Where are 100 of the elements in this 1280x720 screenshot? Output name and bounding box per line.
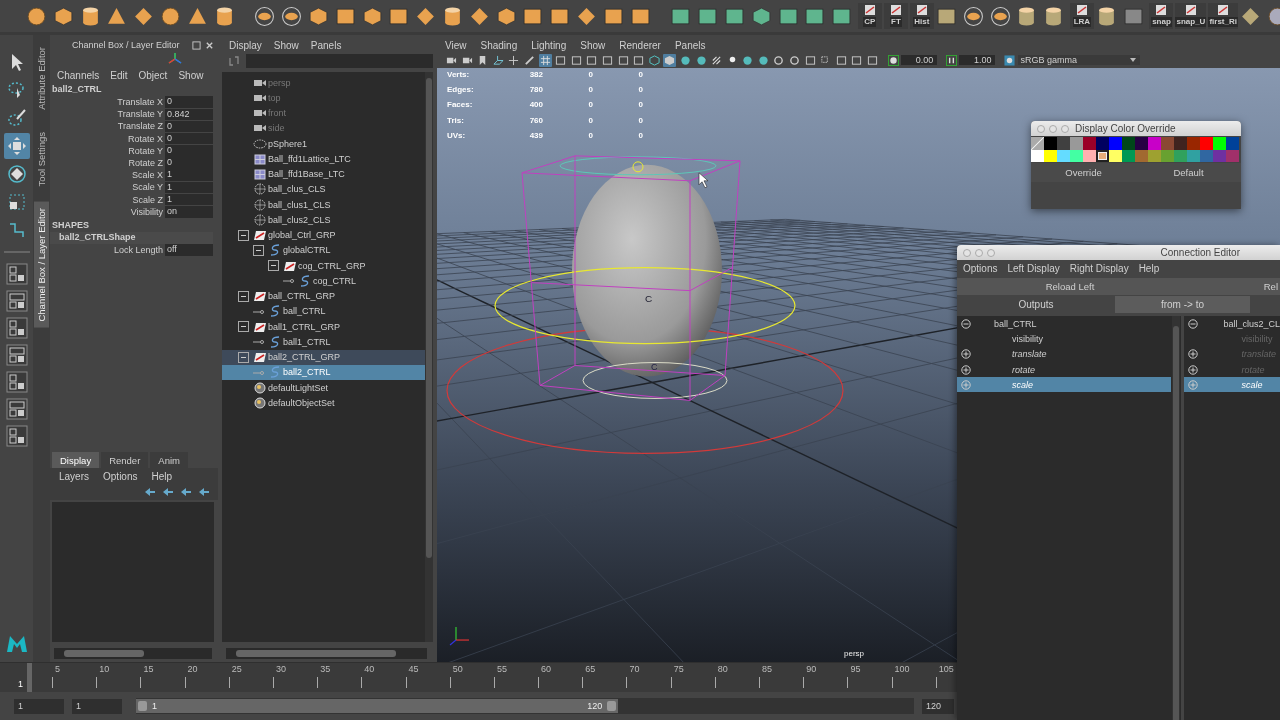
color-swatch[interactable] xyxy=(1187,137,1200,150)
color-space-dropdown[interactable]: sRGB gamma xyxy=(1017,55,1140,65)
cube-icon[interactable] xyxy=(750,5,772,27)
attribute-item[interactable]: translate xyxy=(1012,349,1047,360)
attribute-field[interactable]: 0 xyxy=(165,157,213,169)
menu-item[interactable]: Options xyxy=(963,263,998,274)
collapse-toggle[interactable] xyxy=(238,351,249,363)
outliner-item[interactable]: ball_clus_CLS xyxy=(268,184,326,195)
toolbar-button[interactable] xyxy=(538,53,552,67)
color-swatch[interactable] xyxy=(1070,137,1083,150)
cube-icon[interactable] xyxy=(495,5,517,27)
close-icon[interactable] xyxy=(205,40,214,50)
tab[interactable]: Anim xyxy=(150,452,188,468)
menu-item[interactable]: Help xyxy=(151,470,173,482)
collapse-toggle[interactable] xyxy=(238,321,249,333)
start-frame-field[interactable]: 1 xyxy=(14,698,64,714)
layout-icon[interactable] xyxy=(5,317,28,339)
lattice-box[interactable] xyxy=(521,155,741,401)
shelf-button[interactable]: snap xyxy=(1149,3,1174,29)
outliner-item[interactable]: ball2_CTRL_GRP xyxy=(268,352,341,363)
collapse-toggle[interactable] xyxy=(268,260,279,272)
toolbar-button[interactable] xyxy=(663,53,677,67)
disc-icon[interactable] xyxy=(254,5,276,27)
toolbar-button[interactable] xyxy=(788,53,802,67)
color-swatch[interactable] xyxy=(1135,137,1148,150)
expand-icon[interactable] xyxy=(961,364,971,375)
attribute-field[interactable]: 1 xyxy=(165,169,213,181)
layout-icon[interactable] xyxy=(5,263,28,285)
cone-icon[interactable] xyxy=(186,5,208,27)
attribute-field[interactable]: 0 xyxy=(165,132,213,145)
gamma-field[interactable]: 1.00 xyxy=(959,55,996,65)
collapse-toggle[interactable] xyxy=(253,244,264,256)
diamond-icon[interactable] xyxy=(415,5,437,27)
menu-item[interactable]: Right Display xyxy=(1069,263,1129,274)
cube-icon[interactable] xyxy=(52,5,74,27)
expand-icon[interactable] xyxy=(961,349,971,360)
layout-icon[interactable] xyxy=(5,344,28,366)
shelf-button[interactable]: snap_U xyxy=(1175,3,1207,29)
diamond-icon[interactable] xyxy=(133,5,155,27)
color-swatch[interactable] xyxy=(1226,137,1239,150)
menu-item[interactable]: Help xyxy=(1138,263,1160,274)
outliner-item[interactable]: Ball_ffd1Base_LTC xyxy=(268,169,345,180)
reload-button[interactable]: Rel xyxy=(1183,278,1280,295)
outliner-item[interactable]: defaultLightSet xyxy=(268,382,329,393)
diamond-icon[interactable] xyxy=(468,5,490,27)
outliner-item[interactable]: Ball_ffd1Lattice_LTC xyxy=(268,153,351,164)
no-color-swatch[interactable] xyxy=(1031,137,1044,150)
outliner-item[interactable]: ball_CTRL xyxy=(283,306,326,317)
pivot-handle[interactable] xyxy=(632,161,644,173)
menu-item[interactable]: Panels xyxy=(674,39,706,51)
node-name[interactable]: ball_CTRL xyxy=(994,318,1037,329)
toolbar-button[interactable] xyxy=(772,53,786,67)
toolbar-button[interactable] xyxy=(850,53,864,67)
color-space-icon[interactable] xyxy=(1004,54,1015,66)
toolbar-button[interactable] xyxy=(585,53,599,67)
toolbar-button[interactable] xyxy=(741,53,755,67)
outliner-item[interactable]: ball_CTRL_GRP xyxy=(268,291,336,302)
outliner-item[interactable]: defaultObjectSet xyxy=(268,397,335,408)
menu-item[interactable]: Edit xyxy=(110,69,128,81)
menu-item[interactable]: Renderer xyxy=(619,39,661,51)
scrollbar[interactable] xyxy=(425,72,433,642)
layout-icon[interactable] xyxy=(5,371,28,393)
outliner-item[interactable]: cog_CTRL xyxy=(313,275,357,286)
outliner-item[interactable]: global_Ctrl_GRP xyxy=(268,230,336,241)
diamond-icon[interactable] xyxy=(575,5,597,27)
collapse-icon[interactable] xyxy=(1188,318,1199,329)
toolbar-button[interactable] xyxy=(491,53,505,67)
shelf-button[interactable]: CP xyxy=(857,3,882,29)
color-swatch[interactable] xyxy=(1122,137,1135,150)
sphere-icon[interactable] xyxy=(160,5,181,27)
toolbar-button[interactable] xyxy=(647,53,661,67)
menu-item[interactable]: Panels xyxy=(310,39,342,51)
toolbar-button[interactable] xyxy=(632,53,646,67)
attribute-field[interactable]: 0 xyxy=(165,96,213,108)
outliner-item[interactable]: ball_clus1_CLS xyxy=(268,199,331,210)
color-swatch[interactable] xyxy=(1083,137,1096,150)
direction-button[interactable]: from -> to xyxy=(1115,296,1250,313)
menu-item[interactable]: Object xyxy=(138,69,168,81)
cube-icon[interactable] xyxy=(307,5,329,27)
current-frame-marker[interactable]: 1 xyxy=(18,663,32,692)
color-swatch[interactable] xyxy=(1148,137,1161,150)
node-name[interactable]: ball_clus2_CL xyxy=(1223,318,1280,329)
menu-item[interactable]: View xyxy=(445,39,467,51)
outliner-item[interactable]: cog_CTRL_GRP xyxy=(298,260,366,271)
side-tab[interactable]: Attribute Editor xyxy=(34,41,49,116)
arrow-icon[interactable] xyxy=(144,487,156,497)
arrow-icon[interactable] xyxy=(198,487,210,497)
toolbar-button[interactable] xyxy=(569,53,583,67)
toolbar-button[interactable] xyxy=(803,53,817,67)
toolbar-button[interactable] xyxy=(694,53,708,67)
range-handle[interactable] xyxy=(138,701,147,711)
exposure-field[interactable]: 0.00 xyxy=(901,55,938,65)
layout-icon[interactable] xyxy=(5,425,28,447)
attribute-field[interactable]: 0 xyxy=(165,120,213,133)
attribute-item[interactable]: scale xyxy=(1012,379,1033,390)
toolbar-button[interactable] xyxy=(507,53,521,67)
shelf-button[interactable]: first_Ri xyxy=(1208,3,1238,29)
color-swatch[interactable] xyxy=(1096,137,1109,150)
menu-item[interactable]: Show xyxy=(178,69,204,81)
side-tab[interactable]: Channel Box / Layer Editor xyxy=(34,202,49,328)
